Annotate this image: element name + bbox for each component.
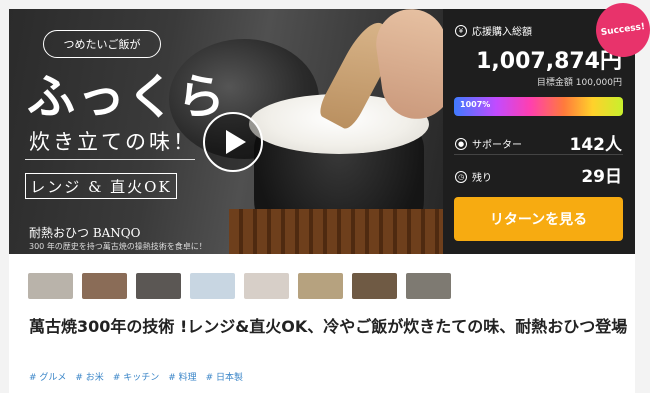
thumbnail-8[interactable]	[406, 273, 451, 299]
thumbnail-1[interactable]	[28, 273, 73, 299]
view-returns-button[interactable]: リターンを見る	[454, 197, 623, 241]
tag-list: # グルメ # お米 # キッチン # 料理 # 日本製	[29, 370, 243, 383]
hero-subline: 炊き立ての味！	[29, 130, 197, 154]
panel-divider	[454, 154, 623, 155]
supporters-label: サポーター	[472, 140, 522, 151]
days-label: 残り	[472, 173, 492, 184]
thumbnail-strip	[28, 273, 451, 299]
user-icon: ●	[455, 137, 467, 150]
yen-icon: ¥	[455, 24, 467, 37]
supporters-value: 142人	[569, 135, 623, 155]
hero-badge-text: つめたいご飯が	[43, 30, 161, 58]
hero-boxed-text: レンジ & 直火OK	[25, 173, 177, 199]
clock-icon: ◷	[455, 170, 467, 183]
tag-link[interactable]: # 料理	[168, 370, 196, 383]
thumbnail-3[interactable]	[136, 273, 181, 299]
tag-link[interactable]: # お米	[75, 370, 103, 383]
project-hero-image[interactable]: つめたいご飯が ふっくら 炊き立ての味！ レンジ & 直火OK 耐熱おひつ BA…	[9, 9, 443, 254]
wooden-board-image	[229, 209, 443, 254]
funding-amount: 1,007,874円	[476, 49, 622, 74]
tag-link[interactable]: # グルメ	[29, 370, 66, 383]
thumbnail-2[interactable]	[82, 273, 127, 299]
project-title: 萬古焼300年の技術 !レンジ&直火OK、冷やご飯が炊きたての味、耐熱おひつ登場	[29, 317, 628, 336]
total-label-row: ¥ 応援購入総額	[455, 23, 532, 38]
thumbnail-7[interactable]	[352, 273, 397, 299]
hero-brand-sub: 300 年の歴史を持つ萬古焼の操熱技術を食卓に！	[29, 242, 207, 251]
tag-link[interactable]: # キッチン	[113, 370, 159, 383]
play-icon	[226, 130, 246, 154]
project-info: 萬古焼300年の技術 !レンジ&直火OK、冷やご飯が炊きたての味、耐熱おひつ登場…	[9, 254, 635, 393]
play-video-button[interactable]	[203, 112, 263, 172]
progress-label: 1007%	[460, 100, 491, 109]
hero-brand: 耐熱おひつ BANQO	[29, 226, 141, 240]
thumbnail-4[interactable]	[190, 273, 235, 299]
funding-goal: 目標金額 100,000円	[536, 78, 622, 88]
total-label: 応援購入総額	[472, 27, 532, 38]
supporters-label-row: ● サポーター	[455, 136, 522, 151]
days-value: 29日	[581, 167, 622, 187]
hero-divider	[25, 159, 195, 160]
thumbnail-5[interactable]	[244, 273, 289, 299]
tag-link[interactable]: # 日本製	[206, 370, 243, 383]
funding-progress-bar: 1007%	[454, 97, 623, 116]
days-label-row: ◷ 残り	[455, 169, 492, 184]
thumbnail-6[interactable]	[298, 273, 343, 299]
hero-headline: ふっくら	[27, 69, 228, 125]
